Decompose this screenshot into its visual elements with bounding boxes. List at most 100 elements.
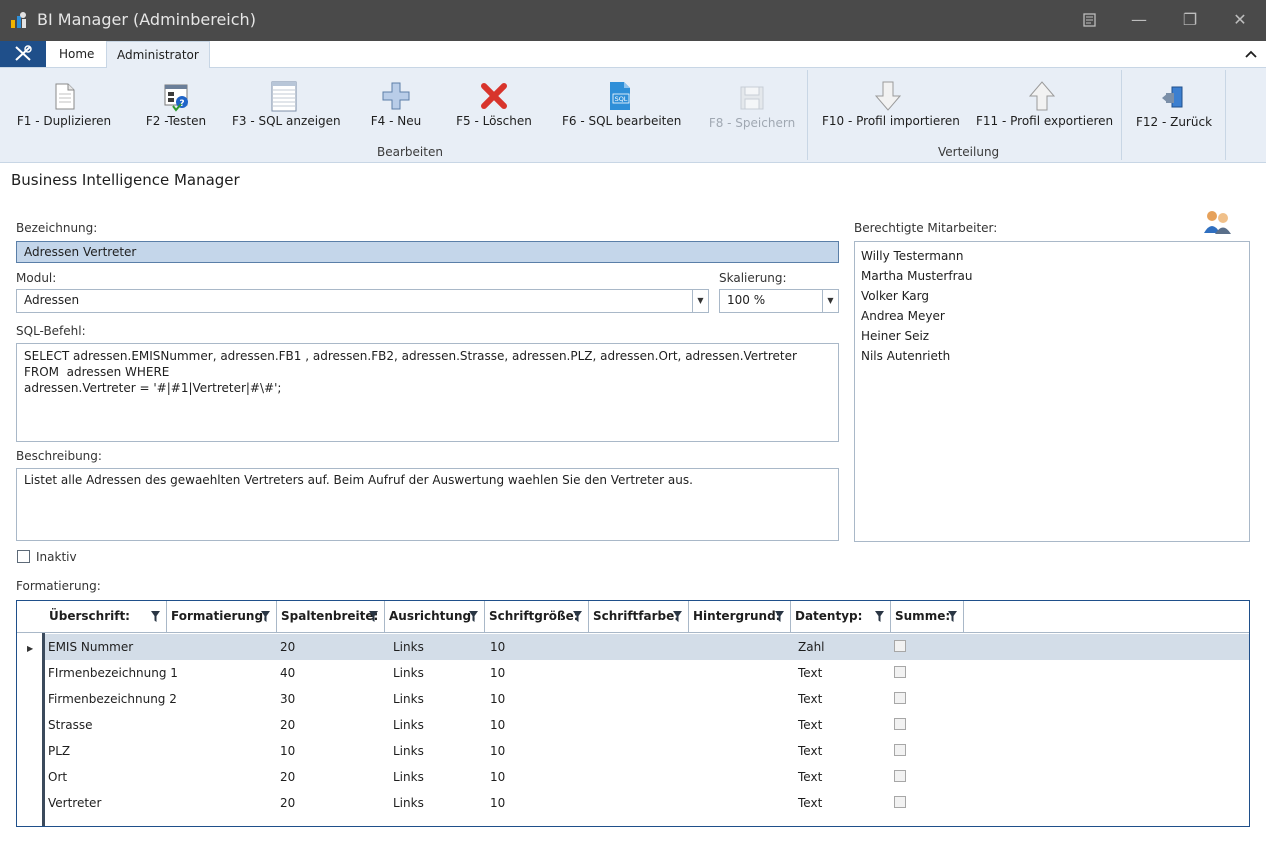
column-header[interactable]: Formatierung:	[167, 601, 277, 632]
staff-item[interactable]: Nils Autenrieth	[861, 346, 1243, 366]
cell-type[interactable]: Text	[798, 764, 822, 790]
table-row[interactable]: FIrmenbezeichnung 1 40 Links 10 Text	[45, 660, 1249, 686]
tab-administrator[interactable]: Administrator	[106, 41, 210, 68]
close-button[interactable]: ✕	[1228, 8, 1252, 32]
column-header[interactable]: Spaltenbreite:	[277, 601, 385, 632]
table-row[interactable]: Vertreter 20 Links 10 Text	[45, 790, 1249, 816]
column-header[interactable]: Ausrichtung:	[385, 601, 485, 632]
sum-checkbox[interactable]	[894, 718, 906, 730]
staff-item[interactable]: Willy Testermann	[861, 246, 1243, 266]
cell-align[interactable]: Links	[393, 790, 424, 816]
back-button[interactable]: F12 - Zurück	[1134, 81, 1214, 137]
cell-heading[interactable]: Firmenbezeichnung 2	[48, 686, 177, 712]
cell-size[interactable]: 10	[490, 712, 505, 738]
tab-home[interactable]: Home	[49, 41, 104, 68]
table-row[interactable]: Ort 20 Links 10 Text	[45, 764, 1249, 790]
minimize-button[interactable]: —	[1127, 8, 1151, 32]
column-header[interactable]: Schriftgröße:	[485, 601, 589, 632]
sum-checkbox[interactable]	[894, 666, 906, 678]
export-profile-button[interactable]: F11 - Profil exportieren	[976, 80, 1113, 136]
cell-heading[interactable]: PLZ	[48, 738, 70, 764]
tools-tab[interactable]	[0, 41, 46, 67]
column-header[interactable]: Überschrift:	[45, 601, 167, 632]
chevron-down-icon[interactable]: ▼	[692, 290, 708, 312]
filter-icon[interactable]	[948, 611, 957, 622]
cell-size[interactable]: 10	[490, 634, 505, 660]
cell-size[interactable]: 10	[490, 764, 505, 790]
column-header[interactable]: Schriftfarbe:	[589, 601, 689, 632]
staff-item[interactable]: Volker Karg	[861, 286, 1243, 306]
inactive-checkbox[interactable]	[17, 550, 30, 563]
table-row[interactable]: PLZ 10 Links 10 Text	[45, 738, 1249, 764]
collapse-ribbon-icon[interactable]	[1244, 47, 1258, 61]
cell-align[interactable]: Links	[393, 712, 424, 738]
cell-heading[interactable]: Ort	[48, 764, 67, 790]
cell-size[interactable]: 10	[490, 660, 505, 686]
sum-checkbox[interactable]	[894, 744, 906, 756]
cell-width[interactable]: 20	[280, 790, 295, 816]
column-header[interactable]: Hintergrund:	[689, 601, 791, 632]
cell-size[interactable]: 10	[490, 686, 505, 712]
filter-icon[interactable]	[775, 611, 784, 622]
test-button[interactable]: ? F2 -Testen	[136, 80, 216, 136]
column-header[interactable]: Datentyp:	[791, 601, 891, 632]
sum-checkbox[interactable]	[894, 640, 906, 652]
column-header[interactable]: Summe:	[891, 601, 964, 632]
cell-width[interactable]: 40	[280, 660, 295, 686]
maximize-button[interactable]: ❐	[1178, 8, 1202, 32]
sum-checkbox[interactable]	[894, 692, 906, 704]
cell-type[interactable]: Text	[798, 738, 822, 764]
cell-align[interactable]: Links	[393, 764, 424, 790]
sql-textarea[interactable]: SELECT adressen.EMISNummer, adressen.FB1…	[16, 343, 839, 442]
cell-size[interactable]: 10	[490, 790, 505, 816]
cell-type[interactable]: Zahl	[798, 634, 825, 660]
description-textarea[interactable]: Listet alle Adressen des gewaehlten Vert…	[16, 468, 839, 541]
cell-heading[interactable]: Strasse	[48, 712, 93, 738]
edit-sql-button[interactable]: SQL F6 - SQL bearbeiten	[562, 80, 681, 136]
cell-heading[interactable]: Vertreter	[48, 790, 101, 816]
delete-button[interactable]: F5 - Löschen	[454, 80, 534, 136]
cell-width[interactable]: 30	[280, 686, 295, 712]
sum-checkbox[interactable]	[894, 770, 906, 782]
cell-align[interactable]: Links	[393, 738, 424, 764]
duplicate-button[interactable]: F1 - Duplizieren	[14, 80, 114, 136]
cell-width[interactable]: 20	[280, 712, 295, 738]
cell-align[interactable]: Links	[393, 686, 424, 712]
sum-checkbox[interactable]	[894, 796, 906, 808]
save-button[interactable]: F8 - Speichern	[708, 82, 796, 138]
cell-align[interactable]: Links	[393, 634, 424, 660]
new-button[interactable]: F4 - Neu	[360, 80, 432, 136]
scale-combobox[interactable]: 100 % ▼	[719, 289, 839, 313]
cell-size[interactable]: 10	[490, 738, 505, 764]
cell-heading[interactable]: EMIS Nummer	[48, 634, 133, 660]
filter-icon[interactable]	[151, 611, 160, 622]
table-row[interactable]: EMIS Nummer 20 Links 10 Zahl	[45, 634, 1249, 660]
cell-width[interactable]: 20	[280, 634, 295, 660]
cell-type[interactable]: Text	[798, 686, 822, 712]
table-row[interactable]: Firmenbezeichnung 2 30 Links 10 Text	[45, 686, 1249, 712]
table-row[interactable]: Strasse 20 Links 10 Text	[45, 712, 1249, 738]
staff-item[interactable]: Martha Musterfrau	[861, 266, 1243, 286]
cell-width[interactable]: 20	[280, 764, 295, 790]
menu-icon[interactable]	[1078, 8, 1102, 32]
staff-item[interactable]: Heiner Seiz	[861, 326, 1243, 346]
cell-width[interactable]: 10	[280, 738, 295, 764]
filter-icon[interactable]	[369, 611, 378, 622]
staff-listbox[interactable]: Willy Testermann Martha Musterfrau Volke…	[854, 241, 1250, 542]
cell-type[interactable]: Text	[798, 660, 822, 686]
users-icon[interactable]	[1202, 207, 1234, 235]
chevron-down-icon[interactable]: ▼	[822, 290, 838, 312]
cell-align[interactable]: Links	[393, 660, 424, 686]
filter-icon[interactable]	[261, 611, 270, 622]
cell-heading[interactable]: FIrmenbezeichnung 1	[48, 660, 178, 686]
filter-icon[interactable]	[573, 611, 582, 622]
filter-icon[interactable]	[875, 611, 884, 622]
cell-type[interactable]: Text	[798, 790, 822, 816]
import-profile-button[interactable]: F10 - Profil importieren	[822, 80, 960, 136]
filter-icon[interactable]	[673, 611, 682, 622]
module-combobox[interactable]: Adressen ▼	[16, 289, 709, 313]
name-field[interactable]: Adressen Vertreter	[16, 241, 839, 263]
cell-type[interactable]: Text	[798, 712, 822, 738]
filter-icon[interactable]	[469, 611, 478, 622]
show-sql-button[interactable]: F3 - SQL anzeigen	[232, 80, 341, 136]
